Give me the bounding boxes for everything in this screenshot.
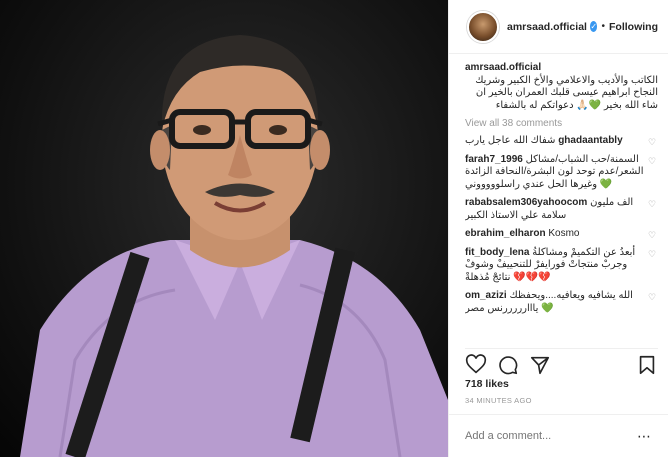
comment-user[interactable]: ebrahim_elharon <box>465 228 546 239</box>
comment-item: ebrahim_elharon Kosmo ♡ <box>465 228 658 241</box>
header-username[interactable]: amrsaad.official <box>507 21 587 33</box>
bookmark-icon[interactable] <box>636 354 658 376</box>
comment-user[interactable]: farah7_1996 <box>465 154 523 165</box>
heart-icon[interactable]: ♡ <box>648 198 658 209</box>
heart-icon[interactable] <box>465 353 487 376</box>
post-header: amrsaad.official ✓ • Following <box>449 0 668 54</box>
post-photo[interactable] <box>0 0 448 457</box>
comment-user[interactable]: om_azizi <box>465 290 507 301</box>
post-timestamp: 34 MINUTES AGO <box>465 396 532 405</box>
heart-icon[interactable]: ♡ <box>648 248 658 259</box>
comment-emoji: 💔💔💔 <box>513 271 551 283</box>
separator: • <box>601 21 605 32</box>
add-comment-bar: ⋯ <box>449 414 668 457</box>
verified-badge-icon: ✓ <box>589 21 598 32</box>
comment-emoji: 💚 <box>541 302 554 314</box>
comment-icon[interactable] <box>497 354 519 376</box>
post-photo-illustration <box>20 35 448 457</box>
comment-item: om_azizi الله يشافيه ويعافيه....ويحفظك ي… <box>465 290 658 315</box>
more-options-icon[interactable]: ⋯ <box>637 428 652 445</box>
comment-text: شفاك الله عاجل يارب <box>465 135 556 146</box>
caption-author[interactable]: amrsaad.official <box>465 62 541 73</box>
view-all-comments-link[interactable]: View all 38 comments <box>465 118 658 129</box>
comment-item: rababsalem306yahoocom الف مليون سلامة عل… <box>465 197 658 222</box>
comment-text: Kosmo <box>548 228 580 239</box>
comment-emoji: 💚 <box>599 178 613 190</box>
comment-user[interactable]: rababsalem306yahoocom <box>465 197 587 208</box>
comment-user[interactable]: ghadaantably <box>558 135 622 146</box>
heart-icon[interactable]: ♡ <box>648 291 658 302</box>
comment-item: شفاك الله عاجل يارب ghadaantably ♡ <box>465 135 658 148</box>
caption-text: الكاتب والأديب والاعلامي والأخ الكبير وش… <box>475 74 658 111</box>
heart-icon[interactable]: ♡ <box>648 155 658 166</box>
heart-icon[interactable]: ♡ <box>648 229 658 240</box>
avatar[interactable] <box>467 10 499 43</box>
caption: amrsaad.official الكاتب والأديب والاعلام… <box>465 62 658 112</box>
post-detail-panel: amrsaad.official ✓ • Following amrsaad.o… <box>448 0 668 457</box>
share-icon[interactable] <box>529 354 551 376</box>
comments-list[interactable]: amrsaad.official الكاتب والأديب والاعلام… <box>465 62 658 347</box>
comment-user[interactable]: fit_body_lena <box>465 247 529 258</box>
comment-item: farah7_1996 السمنة/حب الشباب/مشاكل الشعر… <box>465 154 658 192</box>
comment-input[interactable] <box>465 430 635 442</box>
comment-item: fit_body_lena أبعدُ عن التكميمْ ومشاكلةُ… <box>465 247 658 285</box>
following-button[interactable]: Following <box>609 21 658 33</box>
post-actions <box>465 348 658 374</box>
heart-icon[interactable]: ♡ <box>648 136 658 147</box>
likes-count[interactable]: 718 likes <box>465 378 509 390</box>
